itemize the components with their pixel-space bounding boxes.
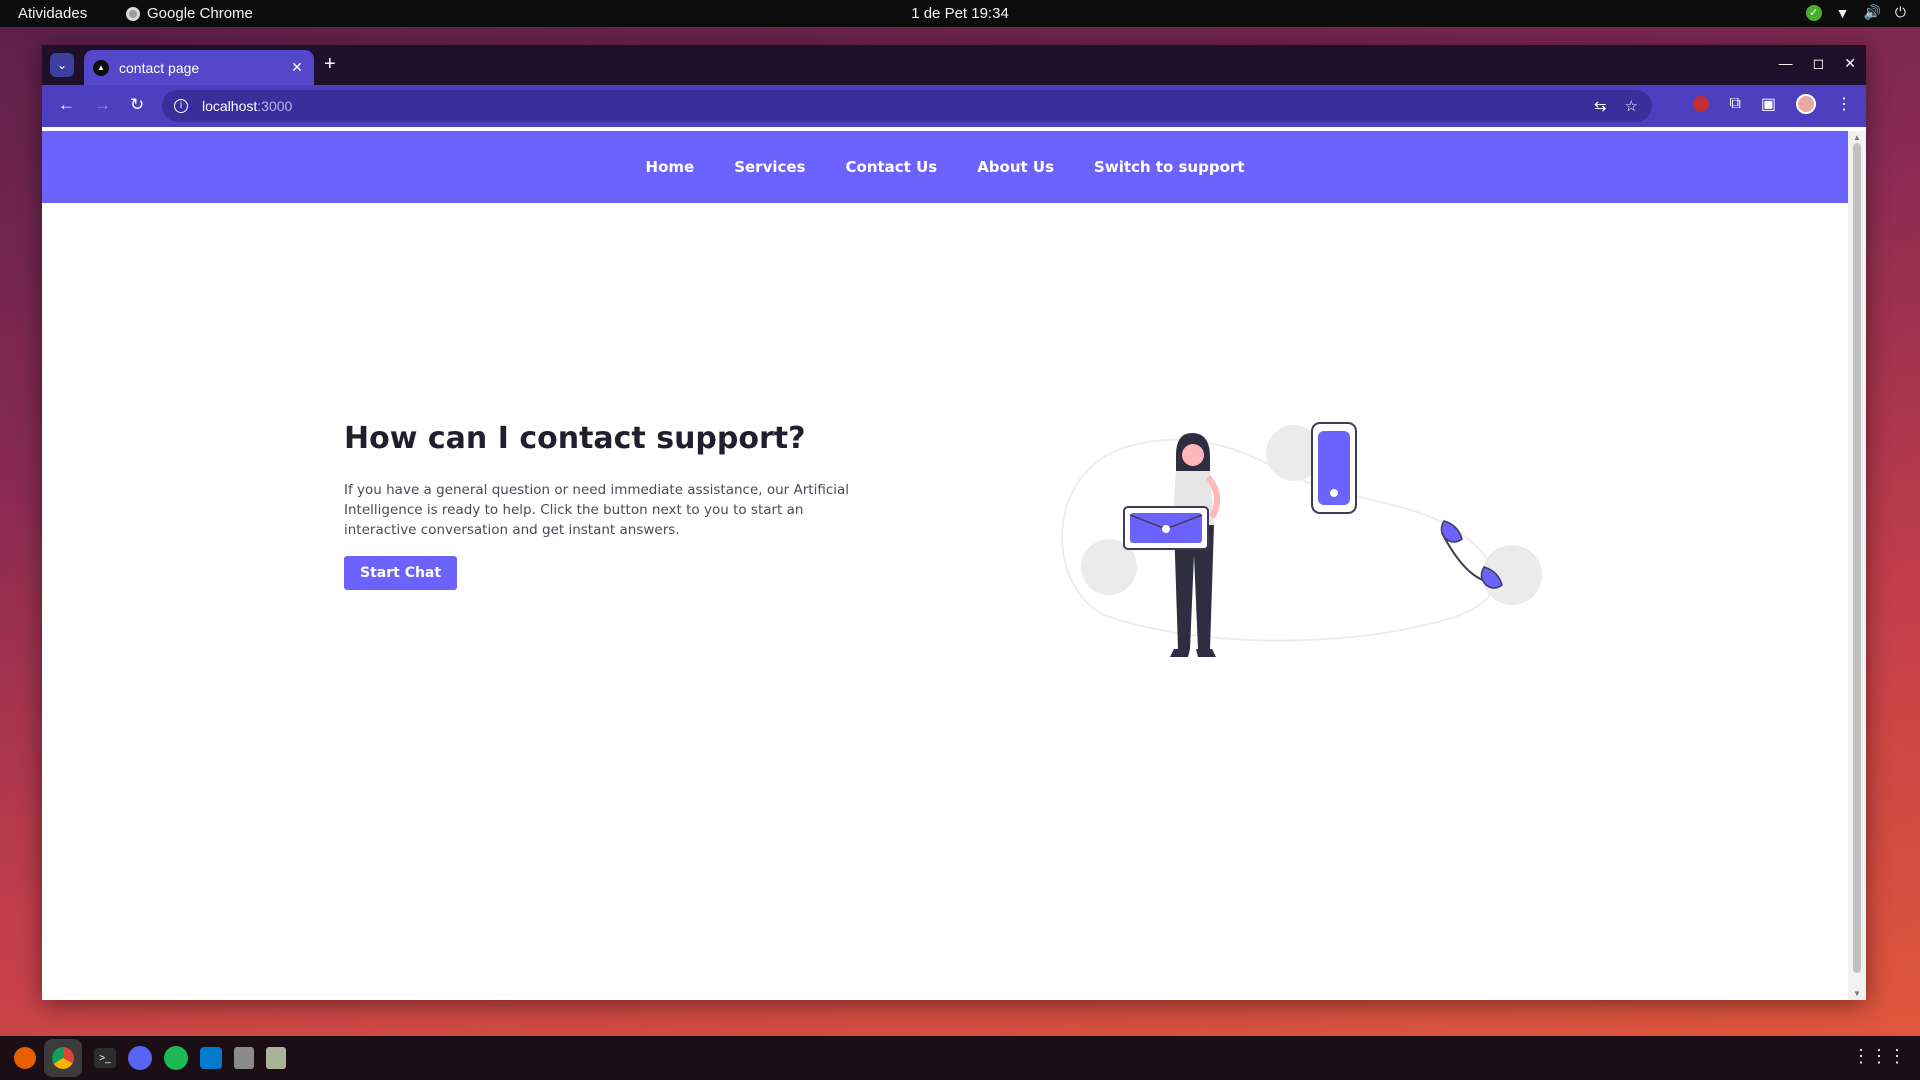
woman-face [1182, 444, 1204, 466]
vscode-icon[interactable] [200, 1047, 222, 1069]
menu-kebab-icon[interactable]: ⋮ [1836, 94, 1852, 114]
favicon-icon: ▲ [93, 59, 109, 76]
nav-switch-to-support[interactable]: Switch to support [1094, 158, 1244, 176]
firefox-icon[interactable] [14, 1047, 36, 1069]
page-description: If you have a general question or need i… [344, 482, 850, 538]
contact-illustration [1061, 422, 1542, 657]
contact-hero: How can I contact support? If you have a… [344, 421, 864, 590]
woman-shoe-right [1196, 649, 1216, 657]
site-navbar: Home Services Contact Us About Us Switch… [42, 131, 1848, 203]
chrome-icon[interactable] [52, 1047, 74, 1069]
apps-grid-icon[interactable]: ⋮⋮⋮ [1852, 1046, 1906, 1067]
nav-contact-us[interactable]: Contact Us [846, 158, 938, 176]
minimize-icon[interactable]: — [1779, 55, 1793, 72]
trash-icon[interactable] [266, 1047, 286, 1069]
nav-home[interactable]: Home [646, 158, 695, 176]
spotify-icon[interactable] [164, 1046, 188, 1070]
new-tab-button[interactable]: + [324, 53, 336, 75]
translate-icon[interactable]: ⇆ [1594, 97, 1607, 115]
forward-icon[interactable]: → [94, 95, 111, 115]
back-icon[interactable]: ← [58, 95, 75, 115]
taskbar-dock: >_ ⋮⋮⋮ [0, 1036, 1920, 1080]
power-icon[interactable]: ⏻ [1895, 4, 1906, 21]
start-chat-button[interactable]: Start Chat [344, 556, 458, 590]
scrollbar-thumb[interactable] [1853, 143, 1861, 973]
puzzle-extensions-icon[interactable]: ⧉ [1729, 95, 1740, 113]
tab-search-button[interactable]: ⌄ [50, 53, 74, 77]
profile-avatar[interactable] [1796, 94, 1816, 114]
nav-services[interactable]: Services [734, 158, 805, 176]
url-port: :3000 [257, 98, 293, 114]
page-title: How can I contact support? [344, 421, 806, 456]
tab-title: contact page [119, 59, 200, 76]
tab-strip: ⌄ ▲ contact page ✕ + — ◻ ✕ [42, 45, 1866, 85]
check-circle-icon[interactable]: ✓ [1805, 4, 1822, 21]
url-host: localhost [202, 98, 258, 114]
scroll-down-icon[interactable]: ▼ [1853, 989, 1861, 998]
disk-icon[interactable] [234, 1047, 254, 1069]
system-tray[interactable]: ✓ ▼ 🔊 ⏻ [1805, 4, 1906, 21]
toolbar-extensions: ⧉ ▣ ⋮ [1693, 94, 1852, 114]
site-info-icon[interactable]: i [174, 99, 188, 113]
extension-icon[interactable] [1693, 96, 1710, 112]
clock[interactable]: 1 de Pet 19:34 [0, 5, 1920, 22]
page-scrollbar[interactable]: ▲ ▼ [1848, 131, 1866, 1000]
close-tab-icon[interactable]: ✕ [286, 59, 308, 76]
woman-shoe-left [1170, 649, 1190, 657]
browser-window: ⌄ ▲ contact page ✕ + — ◻ ✕ ← → ↻ i local… [42, 45, 1866, 1000]
terminal-icon[interactable]: >_ [94, 1048, 116, 1068]
discord-icon[interactable] [128, 1046, 152, 1070]
volume-icon[interactable]: 🔊 [1863, 4, 1880, 21]
browser-toolbar: ← → ↻ i localhost :3000 ⇆ ☆ ⧉ ▣ ⋮ [42, 85, 1866, 127]
maximize-icon[interactable]: ◻ [1813, 55, 1825, 72]
page-viewport: Home Services Contact Us About Us Switch… [42, 131, 1848, 1000]
address-bar[interactable]: i localhost :3000 ⇆ ☆ [162, 90, 1652, 122]
nav-about-us[interactable]: About Us [977, 158, 1054, 176]
side-panel-icon[interactable]: ▣ [1761, 94, 1776, 114]
laptop-dot [1162, 525, 1170, 533]
close-window-icon[interactable]: ✕ [1844, 55, 1856, 72]
window-controls: — ◻ ✕ [1779, 55, 1856, 72]
dock-item-chrome[interactable] [44, 1039, 82, 1077]
scroll-up-icon[interactable]: ▲ [1853, 133, 1861, 142]
reload-icon[interactable]: ↻ [130, 95, 144, 115]
bookmark-star-icon[interactable]: ☆ [1625, 97, 1638, 115]
system-top-bar: Atividades Google Chrome 1 de Pet 19:34 … [0, 0, 1920, 27]
tab-contact-page[interactable]: ▲ contact page ✕ [84, 50, 314, 85]
phone-button [1330, 489, 1338, 497]
wifi-icon[interactable]: ▼ [1836, 5, 1850, 21]
